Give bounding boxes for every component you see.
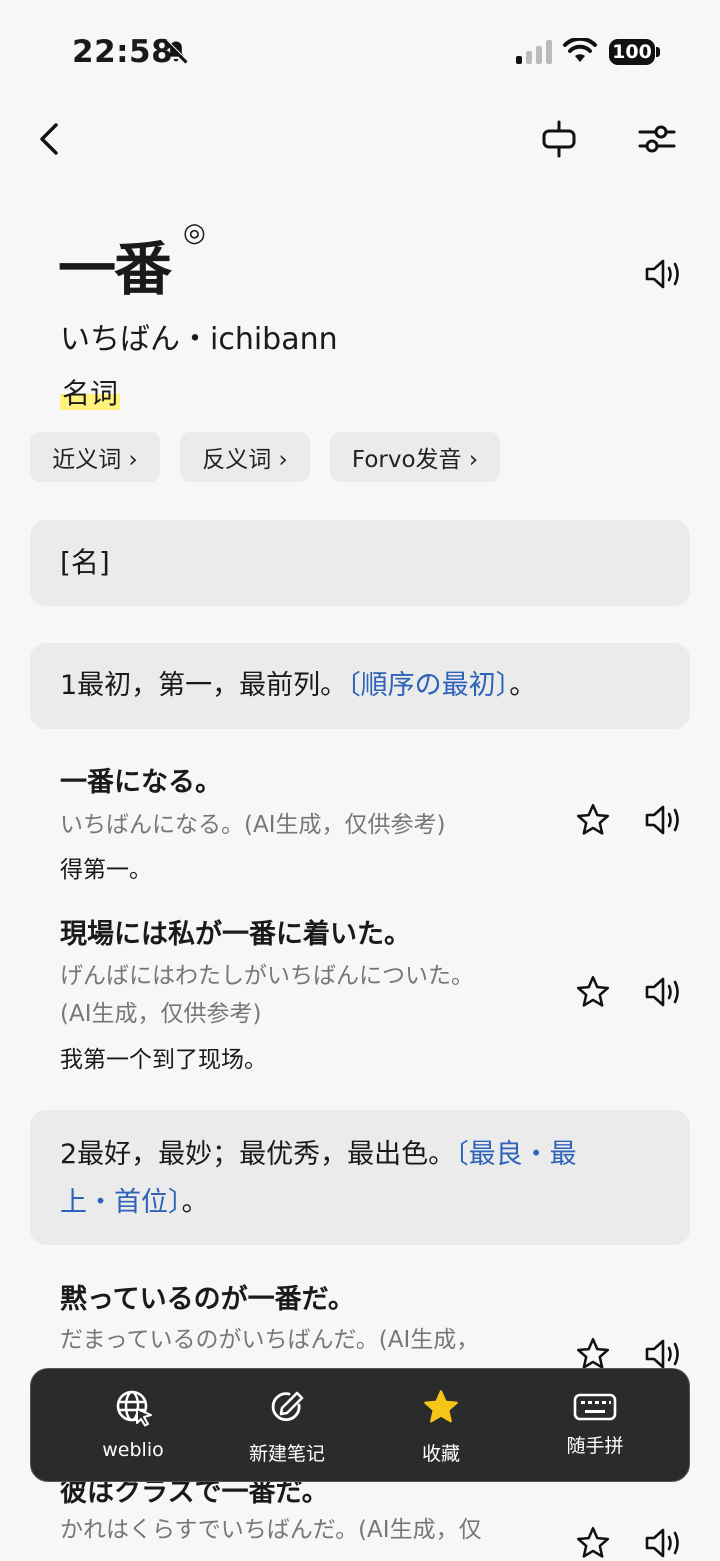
example-2-reading-line-2: (AI生成，仅供参考): [60, 1001, 262, 1027]
example-3-reading: だまっているのがいちばんだ。(AI生成，: [60, 1327, 480, 1353]
status-time: 22:58: [72, 34, 174, 70]
example-1-japanese: 一番になる。: [60, 767, 222, 798]
quick-spell-label: 随手拼: [566, 1435, 624, 1457]
synonyms-chip[interactable]: 近义词 ›: [30, 432, 160, 482]
star-filled-icon: [424, 1390, 458, 1423]
star-outline-icon[interactable]: [575, 975, 611, 1009]
sense-1-definition: 1最初，第一，最前列。: [60, 670, 348, 701]
example-2-reading-line-1: げんばにはわたしがいちばんについた。: [60, 963, 474, 989]
back-arrow-icon[interactable]: [36, 122, 62, 156]
star-outline-icon[interactable]: [575, 1337, 611, 1371]
new-note-label: 新建笔记: [248, 1443, 325, 1465]
example-1-chinese: 得第一。: [60, 857, 152, 883]
keyboard-icon: [573, 1393, 617, 1421]
speaker-icon[interactable]: [644, 1337, 682, 1371]
pos-section-card: [名]: [30, 520, 690, 606]
speaker-icon[interactable]: [644, 257, 682, 291]
sense-2-line-2: 上・首位〕。: [60, 1180, 209, 1226]
battery-tip: [656, 47, 660, 57]
wifi-icon: [563, 38, 597, 62]
sense-2-gloss-part-1[interactable]: 〔最良・最: [455, 1139, 577, 1170]
quick-spell-button[interactable]: 随手拼: [525, 1369, 665, 1483]
headword: 一番: [58, 235, 172, 303]
settings-sliders-icon[interactable]: [638, 122, 676, 156]
edit-circle-icon: [271, 1391, 304, 1422]
weblio-label: weblio: [102, 1439, 164, 1461]
weblio-button[interactable]: weblio: [63, 1369, 203, 1483]
globe-cursor-icon: [116, 1390, 152, 1427]
sense-1-text: 1最初，第一，最前列。〔順序の最初〕。: [60, 663, 536, 709]
bottom-toolbar: weblio 新建笔记 收藏 随手拼: [30, 1368, 690, 1482]
cellular-signal-icon: [516, 40, 552, 64]
forvo-pronunciation-chip[interactable]: Forvo发音 ›: [330, 432, 500, 482]
star-outline-icon[interactable]: [575, 803, 611, 837]
part-of-speech: 名词: [60, 372, 121, 412]
new-note-button[interactable]: 新建笔记: [217, 1369, 357, 1483]
sense-2-end: 。: [181, 1187, 209, 1218]
battery-indicator: 100: [609, 39, 655, 65]
speaker-icon[interactable]: [644, 1526, 682, 1560]
example-4-reading: かれはくらすでいちばんだ。(AI生成，仅: [60, 1517, 482, 1543]
example-2-japanese: 現場には私が一番に着いた。: [60, 919, 411, 950]
antonyms-chip[interactable]: 反义词 ›: [180, 432, 310, 482]
example-3-japanese: 黙っているのが一番だ。: [60, 1284, 355, 1315]
part-of-speech-label: 名词: [60, 377, 121, 410]
sense-2-definition: 2最好，最妙；最优秀，最出色。: [60, 1139, 456, 1170]
fit-width-icon[interactable]: [540, 120, 578, 158]
word-reading: いちばん・ichibann: [60, 322, 338, 357]
sense-1-japanese-gloss[interactable]: 〔順序の最初〕: [347, 670, 509, 701]
example-2-chinese: 我第一个到了现场。: [60, 1047, 267, 1073]
pos-section-label: [名]: [60, 546, 110, 579]
sense-2-line-1: 2最好，最妙；最优秀，最出色。〔最良・最: [60, 1132, 577, 1178]
sense-card-1: 1最初，第一，最前列。〔順序の最初〕。: [30, 643, 690, 729]
star-outline-icon[interactable]: [575, 1526, 611, 1560]
sense-1-end: 。: [509, 670, 537, 701]
sense-card-2: 2最好，最妙；最优秀，最出色。〔最良・最 上・首位〕。: [30, 1110, 690, 1245]
speaker-icon[interactable]: [644, 803, 682, 837]
favorite-button[interactable]: 收藏: [371, 1369, 511, 1483]
favorite-label: 收藏: [421, 1443, 460, 1465]
frequency-mark: ◎: [183, 218, 206, 248]
bell-muted-icon: [164, 39, 189, 64]
speaker-icon[interactable]: [644, 975, 682, 1009]
sense-2-gloss-part-2[interactable]: 上・首位〕: [60, 1187, 182, 1218]
example-1-reading: いちばんになる。(AI生成，仅供参考): [60, 812, 446, 838]
